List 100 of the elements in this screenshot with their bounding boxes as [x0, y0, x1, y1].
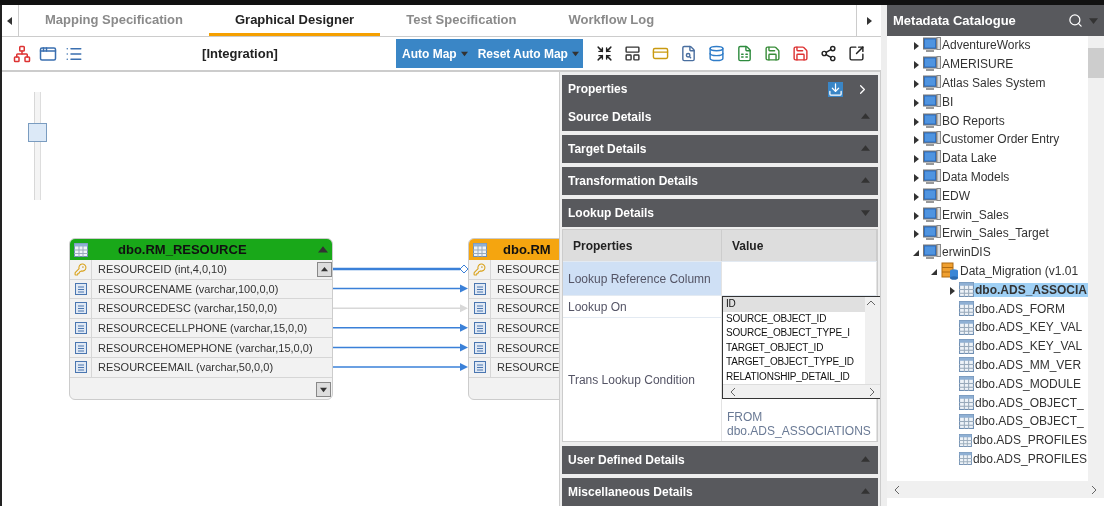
tree-item[interactable]: Erwin_Sales: [941, 207, 1010, 222]
monitor-icon: [923, 75, 941, 91]
diagram-icon[interactable]: [12, 43, 32, 64]
collapse-icon: [930, 267, 938, 276]
expand-icon: [912, 80, 920, 88]
horizontal-scrollbar[interactable]: [887, 481, 1104, 498]
layout-icon[interactable]: [622, 43, 643, 64]
table-icon: [959, 376, 974, 392]
caret-up-icon: [861, 176, 870, 185]
key-icon: [473, 262, 486, 276]
scroll-down-button[interactable]: [316, 382, 331, 398]
collapse-icon: [318, 244, 328, 255]
scroll-up-button[interactable]: [317, 261, 332, 277]
collapse-icon: [912, 249, 920, 258]
monitor-icon: [923, 225, 941, 242]
tree-item[interactable]: Atlas Sales System: [941, 76, 1047, 90]
monitor-icon: [923, 150, 941, 167]
column-name: RESOURCEDESC (varchar,150,0,0): [97, 302, 279, 315]
list-box[interactable]: ID SOURCE_OBJECT_ID SOURCE_OBJECT_TYPE_I TARGET_OBJECT_ID TARGET_OBJECT_TYPE_ID RELATIONSHIP_DETAIL_ID: [722, 296, 880, 399]
table-icon: [473, 242, 487, 257]
section-header[interactable]: Transformation Details: [562, 167, 878, 195]
tree-item[interactable]: dbo.ADS_KEY_VAL: [974, 320, 1084, 335]
tree-item[interactable]: dbo.ADS_OBJECT_: [974, 395, 1085, 410]
property-value: FROM dbo.ADS_ASSOCIATIONS: [727, 410, 871, 440]
tree-item[interactable]: BI: [941, 94, 955, 109]
column-icon: [473, 322, 486, 335]
tree-item[interactable]: EDW: [941, 188, 971, 203]
table-icon: [959, 301, 974, 317]
caret-up-icon: [861, 112, 870, 121]
tree-item[interactable]: Data_Migration (v1.01: [959, 263, 1080, 278]
list-item[interactable]: ID: [723, 297, 865, 312]
expand-icon: [912, 211, 920, 220]
tree-item[interactable]: dbo.ADS_KEY_VAL: [974, 339, 1084, 354]
expand-icon: [912, 192, 920, 201]
column-name: RESOURCENAME (varchar,100,0,0): [97, 282, 280, 295]
monitor-icon: [923, 206, 941, 223]
monitor-icon: [923, 131, 941, 148]
database-icon[interactable]: [706, 43, 727, 64]
column-name: RESOURCE: [496, 263, 559, 276]
column-name: RESOURCE: [496, 361, 559, 374]
table-icon: [959, 413, 974, 429]
panel-title: Metadata Catalogue: [893, 13, 1017, 28]
tree-item[interactable]: Erwin_Sales_Target: [941, 226, 1050, 241]
caret-icon: [460, 50, 468, 57]
dropdown-caret-icon: [1089, 16, 1098, 25]
tree-item[interactable]: dbo.ADS_FORM: [974, 301, 1067, 316]
table-title: dbo.RM_RESOURCE: [117, 242, 248, 257]
tree-item[interactable]: BO Reports: [941, 113, 1006, 128]
section-header[interactable]: Source Details: [562, 103, 878, 131]
monitor-icon: [923, 168, 941, 185]
save-icon[interactable]: [762, 43, 783, 64]
column-name: RESOURCEHOMEPHONE (varchar,15,0,0): [97, 341, 314, 354]
property-label: Lookup Reference Column: [568, 271, 711, 286]
expand-icon: [912, 117, 920, 126]
column-icon: [74, 341, 87, 354]
section-header[interactable]: Lookup Details: [562, 199, 878, 227]
tree-item[interactable]: Data Models: [941, 169, 1011, 184]
external-link-icon[interactable]: [846, 43, 867, 64]
section-header[interactable]: Target Details: [562, 135, 878, 163]
tree-item[interactable]: dbo.ADS_MODULE: [974, 376, 1083, 391]
expand-icon: [912, 98, 920, 107]
monitor-icon: [923, 187, 941, 204]
tree-item[interactable]: dbo.ADS_PROFILES: [971, 433, 1088, 448]
column-icon: [473, 341, 486, 354]
column-name: RESOURCECELLPHONE (varchar,15,0,0): [97, 322, 309, 335]
tab[interactable]: Graphical Designer: [208, 5, 381, 36]
diagram-title: [Integration]: [201, 46, 279, 61]
caret-icon: [571, 50, 579, 57]
database-icon: [941, 261, 959, 280]
save-icon[interactable]: [790, 43, 811, 64]
share-icon[interactable]: [818, 43, 839, 64]
tree-item[interactable]: dbo.ADS_OBJECT_: [974, 414, 1085, 429]
vertical-scrollbar[interactable]: [1088, 36, 1104, 481]
tree-item[interactable]: erwinDIS: [941, 245, 992, 260]
property-label: Lookup On: [568, 299, 627, 314]
caret-down-icon: [861, 208, 870, 217]
section-header[interactable]: User Defined Details: [562, 446, 878, 474]
tree-item[interactable]: Customer Order Entry: [941, 132, 1061, 147]
tree-item[interactable]: Data Lake: [941, 151, 998, 166]
column-header: Properties: [563, 230, 722, 261]
download-icon[interactable]: [828, 81, 843, 97]
tree-item[interactable]: dbo.ADS_ASSOCIA: [974, 282, 1088, 297]
column-name: RESOURCE: [496, 341, 559, 354]
expand-icon: [912, 61, 920, 70]
column-icon: [74, 361, 87, 374]
monitor-icon: [923, 37, 941, 54]
caret-up-icon: [861, 487, 870, 496]
search-icon[interactable]: [1068, 13, 1083, 28]
tree-item[interactable]: AdventureWorks: [941, 38, 1032, 53]
column-icon: [74, 282, 87, 295]
section-header[interactable]: Miscellaneous Details: [562, 478, 878, 506]
monitor-icon: [923, 112, 941, 129]
tree-item[interactable]: dbo.ADS_PROFILES: [971, 451, 1088, 466]
monitor-icon: [923, 244, 941, 261]
slider-thumb[interactable]: [28, 123, 47, 143]
tree-item[interactable]: AMERISURE: [941, 57, 1015, 72]
table-icon: [959, 282, 974, 298]
monitor-icon: [923, 93, 941, 110]
key-icon: [74, 262, 87, 276]
tree-item[interactable]: dbo.ADS_MM_VER: [974, 357, 1083, 372]
